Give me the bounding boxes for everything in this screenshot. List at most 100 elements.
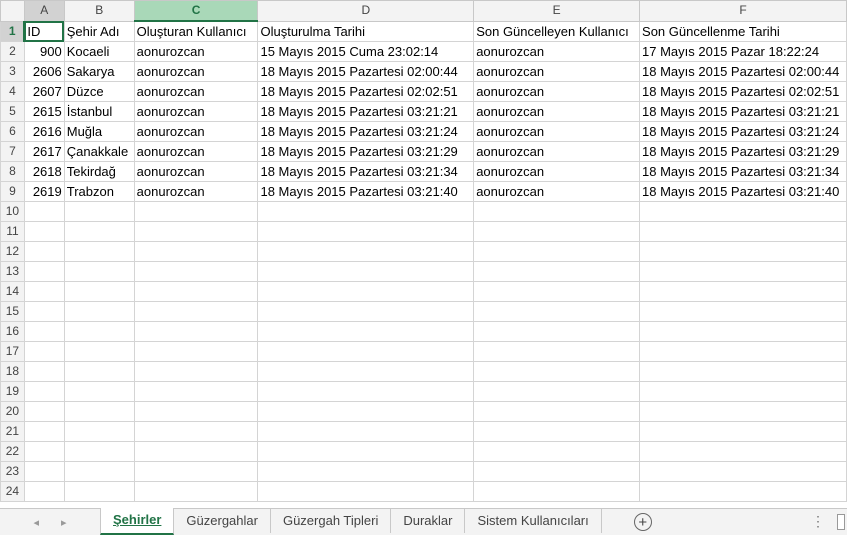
cell-id[interactable]: 2616 (23, 121, 65, 142)
cell-id[interactable] (23, 361, 65, 382)
cell-updated[interactable] (639, 381, 847, 402)
column-header-d[interactable]: D (257, 0, 475, 22)
row-number[interactable]: 9 (0, 181, 25, 202)
cell-id[interactable]: 2619 (23, 181, 65, 202)
cell-creator[interactable]: aonurozcan (133, 181, 259, 202)
cell-creator[interactable] (133, 361, 259, 382)
cell-created[interactable]: 15 Mayıs 2015 Cuma 23:02:14 (257, 41, 475, 62)
cell-city[interactable]: Sakarya (63, 61, 135, 82)
cell-updater[interactable] (473, 461, 641, 482)
column-header-f[interactable]: F (639, 0, 847, 22)
row-number[interactable]: 4 (0, 81, 25, 102)
row-number[interactable]: 17 (0, 341, 25, 362)
cell-creator[interactable] (133, 481, 259, 502)
cell-updated[interactable] (639, 261, 847, 282)
cell-updated-header[interactable]: Son Güncellenme Tarihi (639, 20, 847, 42)
cell-creator[interactable] (133, 401, 259, 422)
cell-id[interactable] (23, 261, 65, 282)
row-number[interactable]: 15 (0, 301, 25, 322)
cell-created[interactable] (257, 461, 475, 482)
cell-creator[interactable] (133, 281, 259, 302)
cell-creator[interactable]: aonurozcan (133, 161, 259, 182)
row-number[interactable]: 11 (0, 221, 25, 242)
cell-created[interactable] (257, 481, 475, 502)
cell-created[interactable]: 18 Mayıs 2015 Pazartesi 03:21:24 (257, 121, 475, 142)
cell-updated[interactable] (639, 321, 847, 342)
cell-city[interactable]: Düzce (63, 81, 135, 102)
cell-updated[interactable] (639, 221, 847, 242)
cell-city[interactable] (63, 221, 135, 242)
cell-created[interactable] (257, 381, 475, 402)
cell-updated[interactable] (639, 481, 847, 502)
cell-updated[interactable]: 17 Mayıs 2015 Pazar 18:22:24 (639, 41, 847, 62)
cell-updater[interactable]: aonurozcan (473, 141, 641, 162)
cell-updated[interactable]: 18 Mayıs 2015 Pazartesi 03:21:21 (639, 101, 847, 122)
cell-id[interactable] (23, 461, 65, 482)
cell-id[interactable] (23, 381, 65, 402)
row-number[interactable]: 10 (0, 201, 25, 222)
cell-city[interactable] (63, 301, 135, 322)
cell-updated[interactable]: 18 Mayıs 2015 Pazartesi 02:00:44 (639, 61, 847, 82)
add-sheet-icon[interactable]: + (633, 513, 652, 531)
cell-created[interactable]: 18 Mayıs 2015 Pazartesi 02:02:51 (257, 81, 475, 102)
cell-creator[interactable] (133, 221, 259, 242)
cell-city[interactable] (63, 281, 135, 302)
row-number[interactable]: 5 (0, 101, 25, 122)
row-number[interactable]: 21 (0, 421, 25, 442)
cell-city[interactable]: Trabzon (63, 181, 135, 202)
cell-created[interactable]: 18 Mayıs 2015 Pazartesi 03:21:34 (257, 161, 475, 182)
cell-updater[interactable] (473, 481, 641, 502)
tab-sistem-kullanicilari[interactable]: Sistem Kullanıcıları (465, 509, 602, 533)
cell-creator[interactable] (133, 321, 259, 342)
column-header-c[interactable]: C (133, 0, 259, 22)
cell-updater[interactable] (473, 401, 641, 422)
cell-id-header[interactable]: ID (23, 20, 65, 42)
cell-city[interactable]: Tekirdağ (63, 161, 135, 182)
tab-guzergahlar[interactable]: Güzergahlar (174, 509, 271, 533)
cell-creator[interactable] (133, 261, 259, 282)
cell-updater[interactable] (473, 221, 641, 242)
cell-updated[interactable] (639, 421, 847, 442)
row-number[interactable]: 8 (0, 161, 25, 182)
cell-id[interactable] (23, 481, 65, 502)
cell-updated[interactable] (639, 301, 847, 322)
cell-city[interactable] (63, 461, 135, 482)
cell-updater[interactable]: aonurozcan (473, 41, 641, 62)
cell-creator[interactable]: aonurozcan (133, 81, 259, 102)
cell-city[interactable]: Çanakkale (63, 141, 135, 162)
tab-duraklar[interactable]: Duraklar (391, 509, 466, 533)
cell-created[interactable]: 18 Mayıs 2015 Pazartesi 03:21:29 (257, 141, 475, 162)
cell-created[interactable] (257, 361, 475, 382)
cell-created[interactable] (257, 281, 475, 302)
select-all-corner[interactable] (0, 0, 25, 22)
row-number[interactable]: 12 (0, 241, 25, 262)
cell-updated[interactable]: 18 Mayıs 2015 Pazartesi 03:21:34 (639, 161, 847, 182)
cell-updater[interactable] (473, 441, 641, 462)
cell-updater[interactable] (473, 261, 641, 282)
cell-city[interactable] (63, 241, 135, 262)
cell-id[interactable]: 2615 (23, 101, 65, 122)
cell-creator[interactable] (133, 441, 259, 462)
cell-creator[interactable] (133, 421, 259, 442)
cell-updated[interactable] (639, 441, 847, 462)
cell-id[interactable] (23, 321, 65, 342)
cell-created[interactable] (257, 201, 475, 222)
cell-created[interactable] (257, 441, 475, 462)
cell-city[interactable] (63, 481, 135, 502)
column-header-e[interactable]: E (473, 0, 641, 22)
cell-updated[interactable]: 18 Mayıs 2015 Pazartesi 03:21:24 (639, 121, 847, 142)
row-number[interactable]: 1 (0, 20, 26, 42)
cell-id[interactable]: 2618 (23, 161, 65, 182)
cell-created[interactable]: 18 Mayıs 2015 Pazartesi 03:21:40 (257, 181, 475, 202)
cell-updater[interactable] (473, 421, 641, 442)
row-number[interactable]: 16 (0, 321, 25, 342)
cell-city[interactable] (63, 261, 135, 282)
cell-updater[interactable] (473, 341, 641, 362)
cell-city[interactable] (63, 341, 135, 362)
row-number[interactable]: 19 (0, 381, 25, 402)
cell-creator[interactable]: aonurozcan (133, 101, 259, 122)
cell-creator[interactable] (133, 381, 259, 402)
row-number[interactable]: 18 (0, 361, 25, 382)
cell-city[interactable] (63, 321, 135, 342)
cell-city[interactable] (63, 441, 135, 462)
